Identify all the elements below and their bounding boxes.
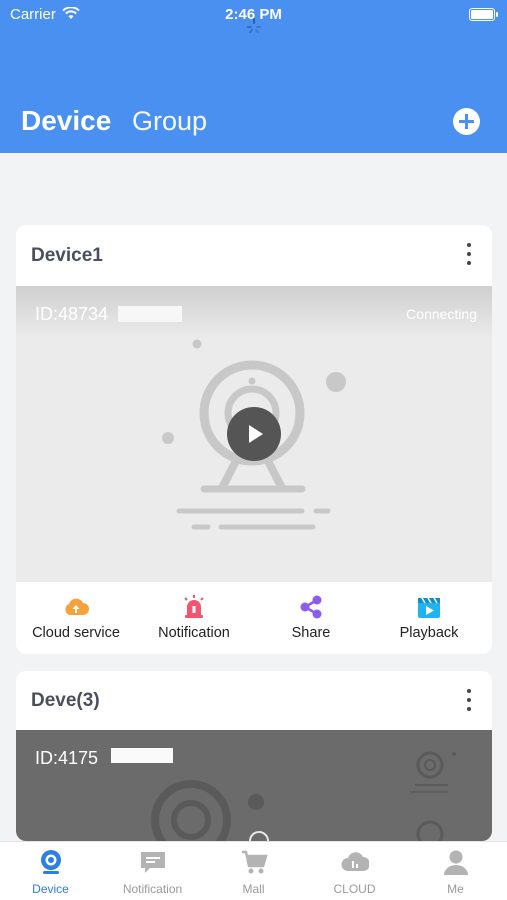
tabbar-device[interactable]: Device <box>0 848 101 896</box>
cloud-upload-icon <box>63 594 89 620</box>
tabbar-label: Notification <box>122 882 183 896</box>
action-label: Share <box>291 625 331 641</box>
notification-button[interactable]: Notification <box>134 594 254 641</box>
bottom-tab-bar: Device Notification Mall CLOUD Me <box>0 841 507 900</box>
tab-group[interactable]: Group <box>132 106 207 137</box>
playback-button[interactable]: Playback <box>369 594 489 641</box>
playback-icon <box>416 594 442 620</box>
user-icon <box>442 848 470 876</box>
play-button[interactable] <box>227 407 281 461</box>
tabbar-label: CLOUD <box>333 882 376 896</box>
share-button[interactable]: Share <box>251 594 371 641</box>
action-label: Cloud service <box>32 625 120 641</box>
tabbar-label: Me <box>447 882 464 896</box>
add-device-icon[interactable] <box>453 108 480 135</box>
camera-preview[interactable]: ID:48734 Connecting <box>16 286 492 582</box>
device-actions: Cloud service Notification Share Playbac… <box>16 582 492 654</box>
more-options-icon[interactable] <box>466 689 472 713</box>
device-card: Deve(3) ID:4175 <box>16 671 492 841</box>
tabbar-notification[interactable]: Notification <box>102 848 203 896</box>
device-name: Device1 <box>31 245 103 266</box>
action-label: Playback <box>399 625 459 641</box>
tabbar-label: Device <box>32 882 69 896</box>
tabbar-cloud[interactable]: CLOUD <box>304 848 405 896</box>
camera-placeholder-icon <box>151 751 456 841</box>
share-icon <box>298 594 324 620</box>
device-camera-icon <box>37 848 65 876</box>
camera-preview[interactable]: ID:4175 <box>16 730 492 841</box>
loading-spinner-icon <box>244 17 264 42</box>
app-header: Carrier 2:46 PM Device Group <box>0 0 507 153</box>
cart-icon <box>240 848 268 876</box>
tab-device[interactable]: Device <box>21 105 111 137</box>
message-icon <box>139 848 167 876</box>
tabbar-me[interactable]: Me <box>405 848 506 896</box>
action-label: Notification <box>158 625 230 641</box>
more-options-icon[interactable] <box>466 243 472 267</box>
tabbar-label: Mall <box>242 882 265 896</box>
device-name: Deve(3) <box>31 690 100 711</box>
tabbar-mall[interactable]: Mall <box>203 848 304 896</box>
device-card: Device1 ID:48734 Connecting Cloud servic… <box>16 225 492 654</box>
cloud-service-button[interactable]: Cloud service <box>16 594 136 641</box>
cloud-icon <box>341 848 370 876</box>
battery-icon <box>469 8 498 21</box>
siren-icon <box>181 594 207 620</box>
